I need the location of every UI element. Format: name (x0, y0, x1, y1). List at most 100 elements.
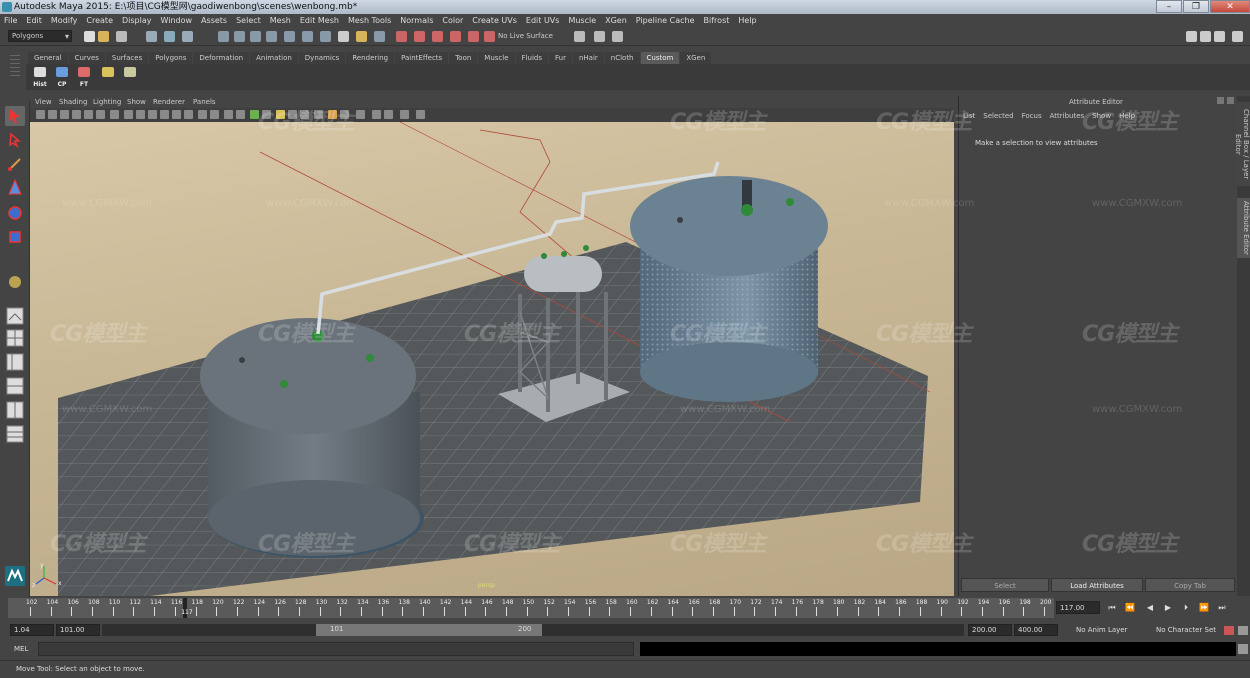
shelf-tab-ncloth[interactable]: nCloth (604, 52, 640, 64)
bookmark-icon[interactable] (60, 110, 69, 119)
shelf-tab-fluids[interactable]: Fluids (515, 52, 548, 64)
shelf-tab-nhair[interactable]: nHair (572, 52, 604, 64)
panel-menu-lighting[interactable]: Lighting (93, 96, 121, 108)
construction-icon[interactable] (320, 31, 331, 42)
move-tool-icon[interactable] (5, 178, 25, 198)
step-forward-key-button[interactable]: ⏩ (1198, 602, 1210, 614)
anim-layer-dropdown[interactable]: No Anim Layer (1076, 626, 1127, 634)
current-frame-field[interactable]: 117.00 (1056, 601, 1100, 614)
field-chart-icon[interactable] (160, 110, 169, 119)
perspective-viewport[interactable]: x y z persp (30, 122, 954, 596)
shelf-tab-muscle[interactable]: Muscle (478, 52, 515, 64)
animation-start-field[interactable]: 1.04 (10, 624, 54, 636)
resolution-gate-icon[interactable] (136, 110, 145, 119)
query-icon[interactable] (338, 31, 349, 42)
snap-curve-icon[interactable] (234, 31, 245, 42)
persp-hypershade-layout-icon[interactable] (5, 400, 25, 420)
menu-create-uvs[interactable]: Create UVs (472, 14, 517, 28)
minimize-button[interactable]: – (1156, 0, 1182, 13)
toggle-tool-settings-icon[interactable] (1214, 31, 1225, 42)
menu-mesh-tools[interactable]: Mesh Tools (348, 14, 391, 28)
persp-outliner-layout-icon[interactable] (5, 352, 25, 372)
xform-icon[interactable] (574, 31, 585, 42)
shelf-ft-button[interactable]: FT (74, 66, 94, 88)
outliner-layout-icon[interactable] (5, 424, 25, 444)
close-button[interactable]: ✕ (1210, 0, 1250, 13)
menu-display[interactable]: Display (122, 14, 152, 28)
attr-menu-show[interactable]: Show (1092, 112, 1111, 120)
menu-help[interactable]: Help (738, 14, 756, 28)
shadows-icon[interactable] (276, 110, 285, 119)
xray-active-components-icon[interactable] (372, 110, 381, 119)
save-scene-icon[interactable] (116, 31, 127, 42)
snap-point-icon[interactable] (250, 31, 261, 42)
menu-modify[interactable]: Modify (51, 14, 78, 28)
live-surface-magnet-icon[interactable] (484, 31, 495, 42)
menu-window[interactable]: Window (161, 14, 193, 28)
select-button[interactable]: Select (961, 578, 1049, 592)
toggle-channel-box-icon[interactable] (1232, 31, 1243, 42)
animation-end-field[interactable]: 400.00 (1014, 624, 1058, 636)
attr-menu-attributes[interactable]: Attributes (1050, 112, 1085, 120)
shelf-tab-curves[interactable]: Curves (68, 52, 105, 64)
shelf-tab-rendering[interactable]: Rendering (346, 52, 395, 64)
shelf-tab-toon[interactable]: Toon (449, 52, 478, 64)
shelf-tab-dynamics[interactable]: Dynamics (298, 52, 346, 64)
menu-color[interactable]: Color (442, 14, 463, 28)
camera-settings-icon[interactable] (612, 31, 623, 42)
load-attributes-button[interactable]: Load Attributes (1051, 578, 1143, 592)
persp-graph-layout-icon[interactable] (5, 376, 25, 396)
panel-menu-view[interactable]: View (35, 96, 52, 108)
render-settings-icon[interactable] (432, 31, 443, 42)
tab-attribute-editor[interactable]: Attribute Editor (1237, 198, 1250, 258)
camera-attributes-icon[interactable] (48, 110, 57, 119)
shelf-tab-general[interactable]: General (28, 52, 68, 64)
shelf-cp-button[interactable]: CP (52, 66, 72, 88)
wireframe-on-shaded-icon[interactable] (224, 110, 233, 119)
select-tool-icon[interactable] (5, 106, 25, 126)
go-to-start-button[interactable]: ⏮ (1106, 602, 1118, 614)
scale-tool-icon[interactable] (5, 226, 25, 246)
toggle-attribute-editor-icon[interactable] (1200, 31, 1211, 42)
shelf-script-button[interactable] (98, 66, 118, 88)
history-icon[interactable] (302, 31, 313, 42)
screen-space-ao-icon[interactable] (288, 110, 297, 119)
snap-view-icon[interactable] (266, 31, 277, 42)
menu-set-dropdown[interactable]: Polygons (8, 30, 72, 42)
menu-muscle[interactable]: Muscle (568, 14, 596, 28)
select-hierarchy-icon[interactable] (146, 31, 157, 42)
step-back-frame-button[interactable]: ◀ (1144, 602, 1156, 614)
motion-blur-icon[interactable] (300, 110, 309, 119)
float-panel-icon[interactable] (1217, 97, 1224, 104)
ipr-render-icon[interactable] (414, 31, 425, 42)
panel-menu-shading[interactable]: Shading (59, 96, 87, 108)
menu-file[interactable]: File (4, 14, 17, 28)
copy-tab-button[interactable]: Copy Tab (1145, 578, 1235, 592)
lasso-tool-icon[interactable] (5, 130, 25, 150)
script-editor-icon[interactable] (1238, 644, 1248, 654)
auto-key-icon[interactable] (1224, 626, 1234, 635)
menu-normals[interactable]: Normals (400, 14, 433, 28)
ambient-occlusion-icon[interactable] (384, 110, 393, 119)
four-view-layout-icon[interactable] (5, 328, 25, 348)
film-gate-icon[interactable] (124, 110, 133, 119)
step-back-key-button[interactable]: ⏪ (1124, 602, 1136, 614)
shelf-tab-painteffects[interactable]: PaintEffects (395, 52, 449, 64)
2d-pan-zoom-icon[interactable] (84, 110, 93, 119)
hypershade-icon[interactable] (450, 31, 461, 42)
shelf-tool-button[interactable] (120, 66, 140, 88)
shelf-tab-animation[interactable]: Animation (250, 52, 298, 64)
snap-grid-icon[interactable] (218, 31, 229, 42)
shelf-tab-polygons[interactable]: Polygons (149, 52, 193, 64)
attr-menu-focus[interactable]: Focus (1022, 112, 1042, 120)
menu-select[interactable]: Select (236, 14, 261, 28)
camera-gate-icon[interactable] (400, 110, 409, 119)
go-to-end-button[interactable]: ⏭ (1216, 602, 1228, 614)
attr-menu-help[interactable]: Help (1119, 112, 1135, 120)
select-object-icon[interactable] (164, 31, 175, 42)
grid-toggle-icon[interactable] (110, 110, 119, 119)
playback-start-field[interactable]: 101.00 (56, 624, 100, 636)
new-scene-icon[interactable] (84, 31, 95, 42)
snap-surface-icon[interactable] (284, 31, 295, 42)
transform-constraint-icon[interactable] (594, 31, 605, 42)
